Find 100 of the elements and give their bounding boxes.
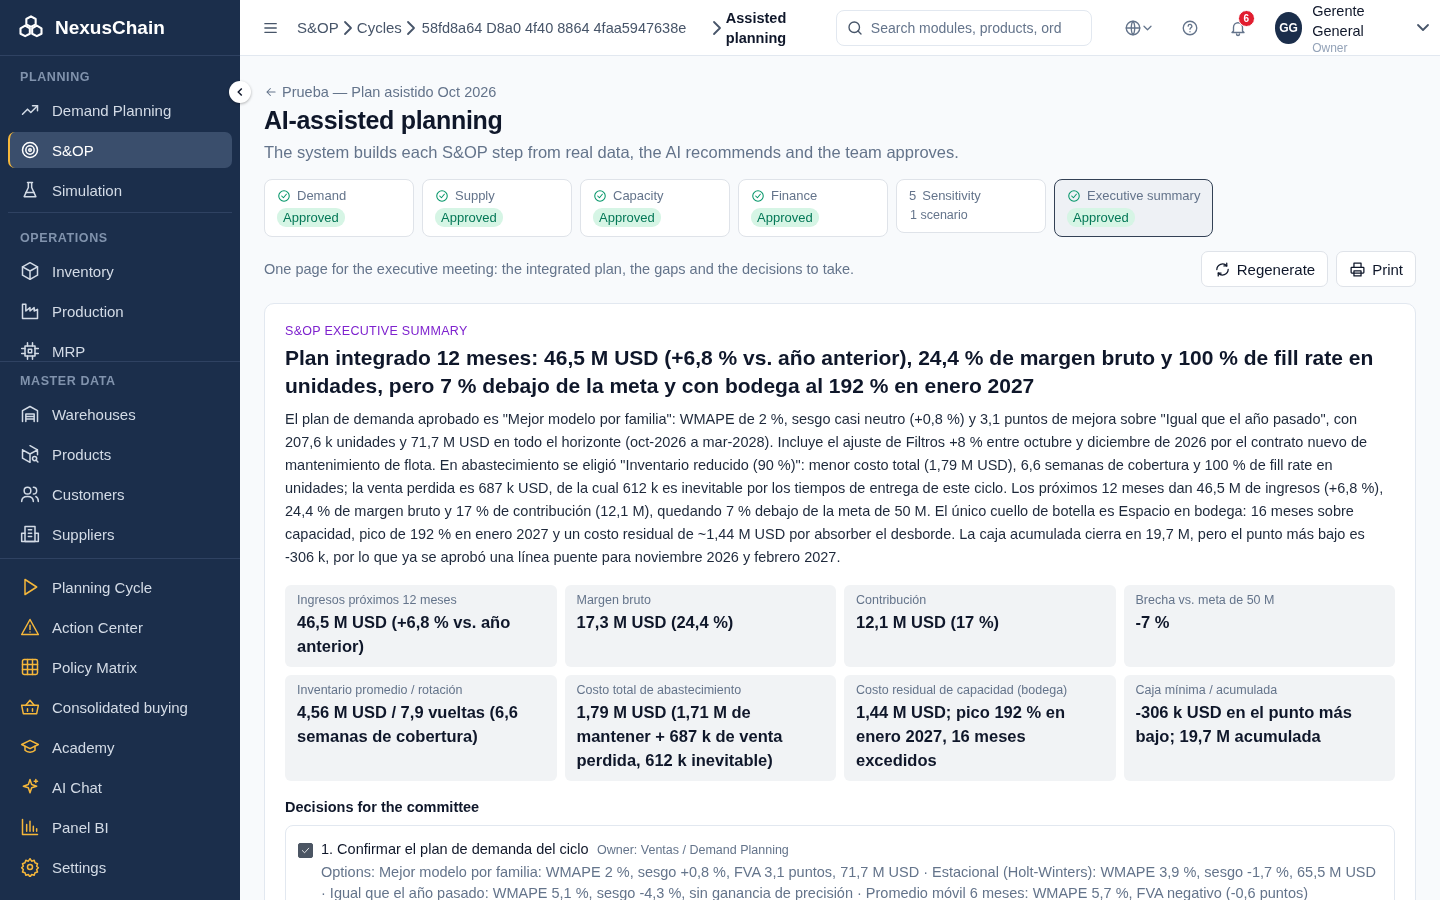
step-label: Capacity bbox=[613, 188, 664, 203]
step-label: Demand bbox=[297, 188, 347, 203]
step-tab[interactable]: Demand Approved bbox=[264, 179, 414, 237]
step-number: 5 bbox=[909, 188, 917, 203]
refresh-icon bbox=[1213, 260, 1231, 278]
step-label: Supply bbox=[455, 188, 495, 203]
target-icon bbox=[20, 140, 40, 160]
sidebar-item[interactable]: Policy Matrix bbox=[8, 649, 232, 685]
metric-value: -7 % bbox=[1135, 612, 1171, 633]
sidebar-item[interactable]: MRP bbox=[8, 333, 232, 369]
sidebar-item[interactable]: Academy bbox=[8, 729, 232, 765]
sidebar-item[interactable]: Suppliers bbox=[8, 516, 232, 552]
step-label: Executive summary bbox=[1087, 188, 1201, 203]
flask-icon bbox=[20, 180, 40, 200]
check-circle-icon bbox=[1067, 188, 1081, 203]
status-badge: Approved bbox=[277, 208, 345, 227]
language-button[interactable] bbox=[1123, 18, 1151, 37]
sidebar-item[interactable]: Customers bbox=[8, 476, 232, 512]
breadcrumb-current: Assisted planning bbox=[725, 8, 788, 48]
chevron-down-icon bbox=[1418, 25, 1428, 30]
page-subtitle: The system builds each S&OP step from real data, the AI recommends and the team approves. bbox=[264, 143, 960, 162]
sidebar-item[interactable]: Demand Planning bbox=[8, 92, 232, 128]
checkbox[interactable] bbox=[298, 843, 313, 858]
check-circle-icon bbox=[435, 188, 449, 203]
regenerate-button[interactable]: Regenerate bbox=[1200, 251, 1329, 287]
notification-count: 6 bbox=[1237, 9, 1255, 27]
sidebar-item[interactable]: Panel BI bbox=[8, 809, 232, 845]
breadcrumb-link[interactable]: Cycles bbox=[356, 19, 402, 36]
status-badge: Approved bbox=[751, 208, 819, 227]
check-circle-icon bbox=[751, 188, 765, 203]
user-name: Gerente General bbox=[1312, 1, 1366, 41]
step-tab[interactable]: Supply Approved bbox=[422, 179, 572, 237]
status-badge: Approved bbox=[435, 208, 503, 227]
printer-icon bbox=[1349, 260, 1367, 278]
cube-icon bbox=[20, 261, 40, 281]
section-heading: OPERATIONS bbox=[19, 230, 109, 247]
user-role: Owner bbox=[1312, 40, 1349, 55]
metric-value: 46,5 M USD (+6,8 % vs. año anterior) bbox=[297, 612, 512, 657]
avatar[interactable]: GG bbox=[1274, 11, 1303, 44]
print-button[interactable]: Print bbox=[1336, 251, 1416, 287]
metric-label: Ingresos próximos 12 meses bbox=[297, 593, 458, 607]
section-heading: PLANNING bbox=[19, 69, 92, 86]
sidebar-item[interactable]: Planning Cycle bbox=[8, 569, 232, 605]
metric-value: 12,1 M USD (17 %) bbox=[856, 612, 1001, 633]
step-status: 1 scenario bbox=[909, 208, 969, 222]
chevron-right-icon bbox=[344, 21, 351, 34]
arrow-left-icon bbox=[264, 85, 278, 99]
metric-label: Brecha vs. meta de 50 M bbox=[1135, 593, 1276, 607]
sidebar-item[interactable]: Products bbox=[8, 436, 232, 472]
sidebar-item[interactable]: Consolidated buying bbox=[8, 689, 232, 725]
chevron-right-icon bbox=[407, 21, 414, 34]
sidebar-item[interactable]: Production bbox=[8, 293, 232, 329]
check-circle-icon bbox=[593, 188, 607, 203]
eyebrow-label: S&OP EXECUTIVE SUMMARY bbox=[285, 324, 469, 338]
breadcrumb-link[interactable]: S&OP bbox=[297, 19, 339, 36]
metric-value: 17,3 M USD (24,4 %) bbox=[576, 612, 735, 633]
metric-value: 1,79 M USD (1,71 M de mantener + 687 k de venta perdida, 612 k inevitable) bbox=[576, 702, 784, 771]
caret-icon bbox=[1143, 25, 1151, 30]
check-icon bbox=[300, 845, 311, 856]
back-link[interactable]: Prueba — Plan asistido Oct 2026 bbox=[264, 84, 1416, 100]
metric-label: Margen bruto bbox=[576, 593, 652, 607]
step-tab[interactable]: Finance Approved bbox=[738, 179, 888, 237]
chevron-right-icon bbox=[713, 21, 720, 34]
status-badge: Approved bbox=[1067, 208, 1135, 227]
help-icon[interactable] bbox=[1180, 18, 1199, 37]
sidebar-item[interactable]: Action Center bbox=[8, 609, 232, 645]
metric-label: Caja mínima / acumulada bbox=[1135, 683, 1279, 697]
step-tab[interactable]: Executive summary Approved bbox=[1054, 179, 1214, 237]
search-field[interactable]: Search modules, products, ord bbox=[835, 9, 1092, 46]
sidebar-item[interactable]: Simulation bbox=[8, 172, 232, 208]
metric-label: Costo residual de capacidad (bodega) bbox=[856, 683, 1069, 697]
step-tab[interactable]: Capacity Approved bbox=[580, 179, 730, 237]
warehouse-icon bbox=[20, 404, 40, 424]
sidebar-item[interactable]: Inventory bbox=[8, 253, 232, 289]
sidebar-item[interactable]: S&OP bbox=[8, 132, 232, 168]
metric-value: 1,44 M USD; pico 192 % en enero 2027, 16 meses excedidos bbox=[856, 702, 1067, 771]
status-badge: Approved bbox=[593, 208, 661, 227]
chip-icon bbox=[20, 341, 40, 361]
sidebar-item[interactable]: Warehouses bbox=[8, 396, 232, 432]
breadcrumb-link[interactable]: 58fd8a64 D8a0 4f40 8864 4faa5947638e bbox=[421, 17, 708, 38]
decision-owner: Owner: Ventas / Demand Planning bbox=[597, 843, 789, 857]
page-title: AI-assisted planning bbox=[264, 106, 504, 135]
summary-paragraph: El plan de demanda aprobado es "Mejor modelo por familia": WMAPE de 2 %, sesgo casi neutro (+0,8 %) y 3,1 puntos de mejora sobre "Igual que el año pasado", con 207,6 k unidades y 71,7 M USD en todo el horizonte (oct-2026 a mar-2028). Incluye el ajuste de Filtros +8 % entre octubre y diciembre de 2026 por el contrato nuevo de mantenimiento de flota. En abastecimiento se eligió "Inventario reducido (90 %)": menor costo total (1,79 M USD), 6,6 semanas de cobertura y 100 % de fill rate en unidades; la venta perdida es 687 k USD, de la cual 612 k es inevitable por los tiempos de entrega de este ciclo. Los próximos 12 meses dan 46,5 M de ingresos (+6,8 %), 24,4 % de margen bruto y 17 % de contribución (12,1 M), quedando 7 % debajo de la meta de 50 M. El único cuello de botella es Espacio en bodega: 16 meses sobre capacidad, pico de 192 % en enero 2027 y un costo residual de ~1,44 M USD por absorber el desborde. La caja acumulada cierra en 19,7 M, pero el punto más bajo es -306 k, por lo que ya se aprobó una línea puente para noviembre 2026 y febrero 2027. bbox=[285, 410, 1385, 567]
metric-value: 4,56 M USD / 7,9 vueltas (6,6 semanas de cobertura) bbox=[297, 702, 520, 747]
section-heading: MASTER DATA bbox=[19, 373, 117, 390]
decision-title: 1. Confirmar el plan de demanda del ciclo bbox=[321, 841, 589, 857]
building-icon bbox=[20, 524, 40, 544]
step-tab[interactable]: 5 Sensitivity 1 scenario bbox=[896, 179, 1046, 233]
summary-headline: Plan integrado 12 meses: 46,5 M USD (+6,8 % vs. año anterior), 24,4 % de margen bruto y 100 % de fill rate en unidades, pero 7 % debajo de la meta y con bodega al 192 % en enero 2027 bbox=[285, 345, 1375, 399]
step-label: Finance bbox=[771, 188, 818, 203]
metric-label: Inventario promedio / rotación bbox=[297, 683, 464, 697]
search-icon bbox=[845, 18, 864, 37]
sidebar-item[interactable]: AI Chat bbox=[8, 769, 232, 805]
section-heading: Decisions for the committee bbox=[285, 799, 481, 815]
metric-value: -306 k USD en el punto más bajo; 19,7 M acumulada bbox=[1135, 702, 1353, 747]
sidebar-item[interactable]: Settings bbox=[8, 849, 232, 885]
metric-label: Costo total de abastecimiento bbox=[576, 683, 743, 697]
metric-label: Contribución bbox=[856, 593, 928, 607]
brand-name: NexusChain bbox=[55, 16, 165, 39]
users-icon bbox=[20, 484, 40, 504]
